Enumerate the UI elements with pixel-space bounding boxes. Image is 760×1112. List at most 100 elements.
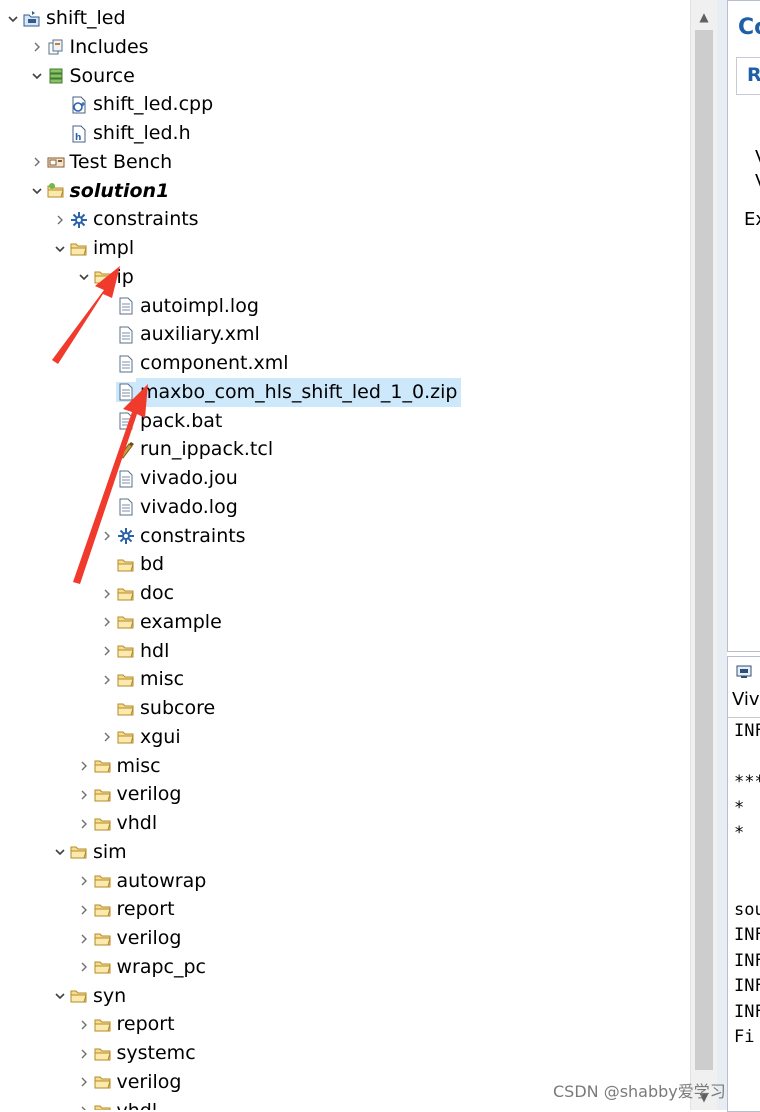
console-line: Fi <box>734 1027 755 1047</box>
chevron-right-icon[interactable] <box>98 579 116 608</box>
chevron-right-icon[interactable] <box>75 924 93 953</box>
console-tab[interactable] <box>732 661 760 685</box>
chevron-down-icon[interactable] <box>28 62 46 91</box>
chevron-down-icon[interactable] <box>51 234 69 263</box>
tree-item-label: vivado.jou <box>140 467 238 489</box>
tree-item[interactable]: vhdl <box>75 1097 158 1111</box>
chevron-right-icon[interactable] <box>75 867 93 896</box>
tree-item[interactable]: constraints <box>98 522 246 551</box>
tree-item[interactable]: verilog <box>75 924 182 953</box>
folder-icon <box>93 929 113 949</box>
tree-item[interactable]: verilog <box>75 1068 182 1097</box>
tree-item[interactable]: shift_led.cpp <box>51 90 213 119</box>
tree-item[interactable]: impl <box>51 234 134 263</box>
tree-item[interactable]: report <box>75 895 175 924</box>
panel-tab[interactable]: R <box>736 57 760 95</box>
chevron-down-icon[interactable] <box>75 263 93 292</box>
tree-item[interactable]: systemc <box>75 1039 196 1068</box>
chevron-right-icon[interactable] <box>75 895 93 924</box>
tree-item-label: run_ippack.tcl <box>140 438 274 461</box>
tree-item[interactable]: sim <box>51 838 127 867</box>
tree-item[interactable]: Source <box>28 62 135 91</box>
scrollbar-thumb[interactable] <box>695 30 713 1070</box>
chevron-right-icon[interactable] <box>98 723 116 752</box>
tree-item[interactable]: misc <box>75 752 161 781</box>
panel-sash[interactable] <box>717 0 727 1110</box>
scroll-up-arrow-icon[interactable]: ▲ <box>691 4 717 30</box>
chevron-down-icon[interactable] <box>4 4 22 33</box>
tree-item[interactable]: syn <box>51 982 126 1011</box>
chevron-right-icon[interactable] <box>75 953 93 982</box>
console-line: INF <box>734 721 760 741</box>
tree-item[interactable]: misc <box>98 665 184 694</box>
chevron-right-icon[interactable] <box>75 1068 93 1097</box>
chevron-down-icon[interactable] <box>28 177 46 206</box>
source-icon <box>46 66 66 86</box>
tree-item[interactable]: pack.bat <box>98 407 222 436</box>
console-line: *** <box>734 772 760 792</box>
tree-item[interactable]: vhdl <box>75 809 157 838</box>
chevron-right-icon[interactable] <box>98 637 116 666</box>
console-line: INF <box>734 1001 760 1022</box>
tree-item[interactable]: Includes <box>28 33 149 62</box>
tree-item-label: sim <box>93 840 127 863</box>
tree-item-label: solution1 <box>69 179 170 202</box>
tree-item[interactable]: hdl <box>98 637 169 666</box>
panel-text-line: V <box>755 147 760 168</box>
file-icon <box>116 382 136 403</box>
tree-item[interactable]: auxiliary.xml <box>98 320 260 349</box>
chevron-right-icon[interactable] <box>75 809 93 838</box>
tree-item-label: misc <box>116 754 161 777</box>
chevron-right-icon[interactable] <box>98 665 116 694</box>
tree-item[interactable]: constraints <box>51 205 199 234</box>
tree-item[interactable]: ip <box>75 263 134 292</box>
tree-item-label: wrapc_pc <box>116 955 207 978</box>
chevron-right-icon[interactable] <box>75 752 93 781</box>
tree-item-label: vhdl <box>117 1097 158 1111</box>
tree-item[interactable]: component.xml <box>98 349 289 378</box>
chevron-right-icon[interactable] <box>75 780 93 809</box>
folder-icon <box>116 612 136 632</box>
includes-icon <box>46 37 66 57</box>
tree-item-label: misc <box>140 668 185 691</box>
tree-item[interactable]: doc <box>98 579 174 608</box>
folder-icon <box>69 239 89 259</box>
chevron-right-icon[interactable] <box>98 608 116 637</box>
chevron-right-icon[interactable] <box>28 148 46 177</box>
tree-item[interactable]: shift_led <box>4 4 126 33</box>
tree-item[interactable]: vivado.log <box>98 493 238 522</box>
chevron-right-icon[interactable] <box>98 522 116 551</box>
console-line: * <box>734 797 745 818</box>
tree-item[interactable]: report <box>75 1010 175 1039</box>
tree-item[interactable]: autoimpl.log <box>98 292 259 321</box>
tree-item[interactable]: bd <box>98 550 164 579</box>
chevron-right-icon[interactable] <box>51 205 69 234</box>
file-icon <box>116 325 136 345</box>
tree-item[interactable]: subcore <box>98 694 215 723</box>
chevron-down-icon[interactable] <box>51 838 69 867</box>
folder-icon <box>69 986 89 1006</box>
tree-item-label: systemc <box>116 1042 196 1064</box>
chevron-down-icon[interactable] <box>51 982 69 1011</box>
chevron-right-icon[interactable] <box>75 1039 93 1068</box>
tree-item[interactable]: solution1 <box>28 177 170 206</box>
tree-item[interactable]: verilog <box>75 780 182 809</box>
tree-item[interactable]: vivado.jou <box>98 464 238 493</box>
tree-item[interactable]: h shift_led.h <box>51 119 191 148</box>
vertical-scrollbar[interactable]: ▲ ▼ <box>690 0 717 1110</box>
chevron-right-icon[interactable] <box>75 1010 93 1039</box>
tree-item[interactable]: maxbo_com_hls_shift_led_1_0.zip <box>98 377 462 407</box>
chevron-right-icon[interactable] <box>28 33 46 62</box>
panel-title: Co <box>738 15 760 40</box>
tree-item[interactable]: wrapc_pc <box>75 953 207 982</box>
tree-item[interactable]: example <box>98 608 222 637</box>
tree-item[interactable]: autowrap <box>75 867 206 896</box>
chevron-right-icon[interactable] <box>75 1097 93 1110</box>
project-icon <box>22 9 42 29</box>
tree-item[interactable]: xgui <box>98 723 181 752</box>
tree-item[interactable]: run_ippack.tcl <box>98 435 273 464</box>
tree-item[interactable]: Test Bench <box>28 148 172 177</box>
